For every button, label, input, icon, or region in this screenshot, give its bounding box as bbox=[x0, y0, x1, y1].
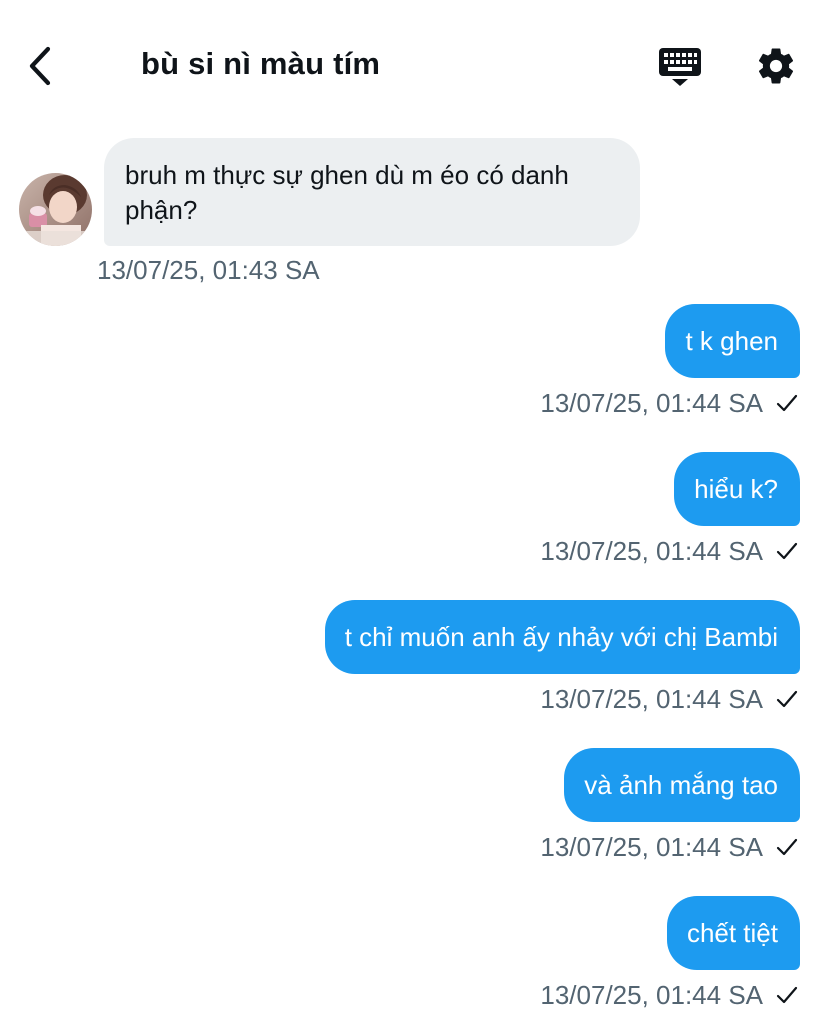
avatar[interactable] bbox=[19, 173, 92, 246]
outgoing-message-bubble[interactable]: t k ghen bbox=[665, 304, 800, 378]
back-button[interactable] bbox=[18, 42, 62, 90]
check-icon bbox=[776, 838, 798, 856]
message-timestamp: 13/07/25, 01:44 SA bbox=[540, 683, 763, 714]
incoming-message-bubble[interactable]: bruh m thực sự ghen dù m éo có danh phận… bbox=[104, 138, 640, 246]
check-icon bbox=[776, 986, 798, 1004]
keyboard-button[interactable] bbox=[654, 42, 706, 90]
chevron-left-icon bbox=[29, 46, 51, 86]
outgoing-message-bubble[interactable]: t chỉ muốn anh ấy nhảy với chị Bambi bbox=[324, 600, 800, 674]
settings-button[interactable] bbox=[750, 40, 802, 92]
message-timestamp-row: 13/07/25, 01:44 SA bbox=[540, 535, 799, 567]
conversation-header: bù si nì màu tím bbox=[0, 0, 824, 120]
message-timestamp: 13/07/25, 01:43 SA bbox=[97, 255, 320, 285]
conversation-title[interactable]: bù si nì màu tím bbox=[141, 46, 380, 82]
check-icon bbox=[776, 690, 798, 708]
message-timestamp-row: 13/07/25, 01:44 SA bbox=[540, 979, 799, 1011]
check-icon bbox=[776, 394, 798, 412]
outgoing-message-bubble[interactable]: và ảnh mắng tao bbox=[564, 748, 800, 822]
message-timestamp-row: 13/07/25, 01:44 SA bbox=[540, 683, 799, 715]
gear-icon bbox=[758, 48, 794, 84]
message-timestamp-row: 13/07/25, 01:44 SA bbox=[540, 831, 799, 863]
message-timestamp: 13/07/25, 01:44 SA bbox=[540, 535, 763, 566]
outgoing-message-bubble[interactable]: hiểu k? bbox=[674, 452, 800, 526]
message-timestamp: 13/07/25, 01:44 SA bbox=[540, 387, 763, 418]
message-timestamp-row: 13/07/25, 01:44 SA bbox=[540, 387, 799, 419]
check-icon bbox=[776, 542, 798, 560]
message-timestamp: 13/07/25, 01:44 SA bbox=[540, 979, 763, 1010]
keyboard-icon bbox=[659, 48, 701, 86]
outgoing-message-bubble[interactable]: chết tiệt bbox=[666, 896, 800, 970]
message-timestamp: 13/07/25, 01:44 SA bbox=[540, 831, 763, 862]
